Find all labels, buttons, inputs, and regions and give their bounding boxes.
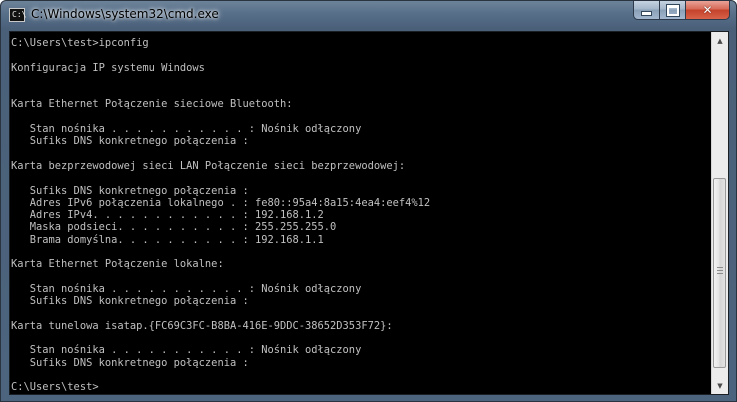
console-output[interactable]: C:\Users\test>ipconfig Konfiguracja IP sy…	[11, 37, 711, 392]
console-line: Sufiks DNS konkretnego połączenia :	[11, 295, 249, 308]
close-icon: ✕	[702, 3, 713, 17]
cmd-window: C:\ C:\Windows\system32\cmd.exe ✕ C:\Use…	[0, 0, 737, 402]
maximize-button[interactable]	[660, 1, 686, 20]
console-line: Karta bezprzewodowej sieci LAN Połączeni…	[11, 159, 406, 172]
console-line: Brama domyślna. . . . . . . . . . : 192.…	[11, 233, 324, 246]
console-line: Stan nośnika . . . . . . . . . . . : Noś…	[11, 123, 362, 136]
console-line: Stan nośnika . . . . . . . . . . . : Noś…	[11, 344, 362, 357]
window-title: C:\Windows\system32\cmd.exe	[31, 7, 219, 21]
scroll-down-button[interactable]: ▼	[712, 377, 728, 394]
caption-buttons: ✕	[633, 1, 730, 21]
console-line: Sufiks DNS konkretnego połączenia :	[11, 356, 249, 369]
console-line: Karta Ethernet Połączenie sieciowe Bluet…	[11, 98, 293, 111]
console-line: Maska podsieci. . . . . . . . . . : 255.…	[11, 221, 337, 234]
console-line: Adres IPv4. . . . . . . . . . . . : 192.…	[11, 209, 324, 222]
minimize-button[interactable]	[633, 1, 660, 20]
console-line: Karta tunelowa isatap.{FC69C3FC-B8BA-416…	[11, 319, 393, 332]
console-area[interactable]: C:\Users\test>ipconfig Konfiguracja IP sy…	[9, 31, 729, 395]
console-line: Adres IPv6 połączenia lokalnego . : fe80…	[11, 196, 431, 209]
console-line: Karta Ethernet Połączenie lokalne:	[11, 258, 224, 271]
console-line: Sufiks DNS konkretnego połączenia :	[11, 135, 249, 148]
scroll-thumb[interactable]	[713, 178, 726, 368]
console-line: C:\Users\test>ipconfig	[11, 37, 149, 49]
command-prompt-icon[interactable]: C:\	[9, 8, 27, 22]
console-line: Sufiks DNS konkretnego połączenia :	[11, 184, 249, 197]
console-line: Stan nośnika . . . . . . . . . . . : Noś…	[11, 282, 362, 295]
command-prompt-icon-text: C:\	[12, 10, 27, 19]
scroll-up-button[interactable]: ▲	[712, 32, 728, 49]
vertical-scrollbar[interactable]: ▲ ▼	[711, 32, 728, 394]
console-line: C:\Users\test>	[11, 381, 99, 392]
scroll-down-arrow-icon: ▼	[717, 381, 723, 390]
console-line: Konfiguracja IP systemu Windows	[11, 61, 205, 74]
scroll-thumb-grip-icon	[717, 267, 723, 276]
title-bar[interactable]: C:\ C:\Windows\system32\cmd.exe ✕	[1, 1, 736, 31]
scroll-up-arrow-icon: ▲	[717, 36, 723, 45]
maximize-icon	[665, 3, 680, 17]
minimize-icon	[641, 10, 652, 16]
close-button[interactable]: ✕	[686, 1, 730, 20]
